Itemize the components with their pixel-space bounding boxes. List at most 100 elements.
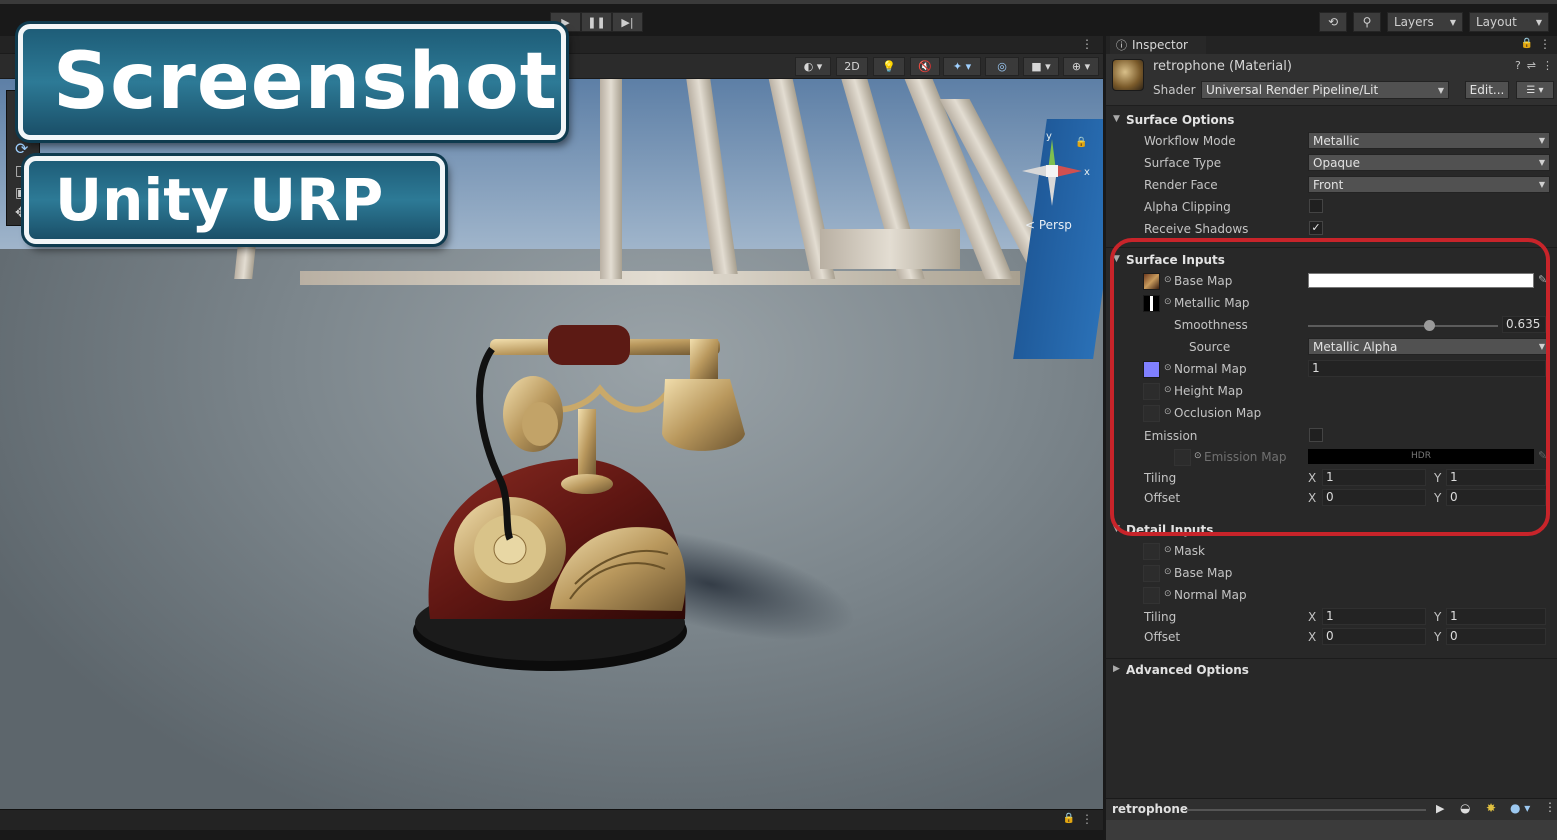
detail-offset-x-value: 0 [1326,629,1334,643]
lock-icon[interactable]: 🔒 [1063,813,1075,824]
lock-icon[interactable]: 🔒 [1075,137,1087,148]
detail-mask-thumbnail[interactable] [1143,543,1160,560]
gizmos-dropdown[interactable]: ⊕ ▾ [1063,57,1099,76]
detail-offset-label: Offset [1144,630,1181,644]
toolbar-right: ⟲ ⚲ Layers ▼ Layout ▼ [1319,12,1549,32]
material-header: retrophone (Material) ? ⇌ ⋮ Shader Unive… [1106,54,1557,106]
sphere-preview-icon[interactable]: ◒ [1460,801,1470,815]
chevron-down-icon: ▼ [1535,17,1542,27]
overlay-title: Screenshot [18,24,566,140]
effects-dropdown[interactable]: ✦ ▾ [943,57,981,76]
detail-base-map-thumbnail[interactable] [1143,565,1160,582]
gizmo-y-label: y [1046,131,1052,142]
detail-offset-y-field[interactable]: 0 [1446,628,1546,645]
more-menu-icon[interactable]: ⋮ [1081,812,1093,826]
layers-dropdown[interactable]: Layers ▼ [1387,12,1463,32]
speaker-mute-icon: 🔇 [918,60,932,73]
more-menu-icon[interactable]: ⋮ [1542,59,1553,72]
list-icon: ☰ ▾ [1526,84,1544,96]
detail-offset-y-value: 0 [1450,629,1458,643]
camera-icon: ■ ▾ [1031,60,1051,73]
toggle-2d-button[interactable]: 2D [836,57,868,76]
alpha-clipping-checkbox[interactable] [1309,199,1323,213]
detail-offset-y-label: Y [1434,630,1442,644]
lighting-toggle[interactable]: 💡 [873,57,905,76]
help-icon[interactable]: ? [1515,59,1521,72]
play-icon: ▶ [561,15,570,29]
detail-tiling-x-label: X [1308,610,1317,624]
render-face-dropdown[interactable]: Front ▼ [1308,176,1550,193]
chevron-down-icon: ▼ [1449,17,1456,27]
render-face-value: Front [1313,177,1344,192]
edit-shader-button[interactable]: Edit... [1465,81,1509,99]
gizmo-globe-icon: ⊕ ▾ [1071,60,1091,73]
detail-tiling-y-field[interactable]: 1 [1446,608,1546,625]
detail-normal-map-thumbnail[interactable] [1143,587,1160,604]
camera-dropdown[interactable]: ■ ▾ [1023,57,1059,76]
pause-icon: ❚❚ [587,15,606,29]
search-button[interactable]: ⚲ [1353,12,1381,32]
chevron-down-icon: ▼ [1538,136,1545,145]
detail-tiling-y-label: Y [1434,610,1442,624]
object-picker-icon[interactable]: ⊙ [1164,567,1172,577]
rotate-tool-icon[interactable]: ⟳ [15,139,28,158]
advanced-options-title[interactable]: Advanced Options [1126,663,1249,677]
detail-mask-label: Mask [1174,544,1205,558]
overlay-subtitle-text: Unity URP [55,166,384,234]
foldout-expanded-icon[interactable]: ▼ [1113,114,1120,124]
receive-shadows-label: Receive Shadows [1144,222,1249,236]
alpha-clipping-row: Alpha Clipping [1106,198,1557,218]
workflow-mode-value: Metallic [1313,133,1360,148]
preview-drag-handle[interactable] [1186,809,1426,811]
detail-offset-x-field[interactable]: 0 [1322,628,1426,645]
step-button[interactable]: ▶| [612,12,643,32]
projection-label[interactable]: < Persp [1025,218,1072,232]
section-divider [1106,658,1557,659]
surface-type-label: Surface Type [1144,156,1222,170]
play-icon[interactable]: ▶ [1436,802,1444,815]
scene-status-bar: 🔒 ⋮ [0,809,1103,830]
light-icon[interactable]: ✸ [1486,801,1496,815]
workflow-mode-dropdown[interactable]: Metallic ▼ [1308,132,1550,149]
detail-mask-row: ⊙ Mask [1106,542,1557,562]
material-preview-icon [1112,59,1144,91]
more-menu-icon[interactable]: ⋮ [1081,37,1093,51]
layers-label: Layers [1394,15,1434,29]
detail-tiling-y-value: 1 [1450,609,1458,623]
shader-dropdown[interactable]: Universal Render Pipeline/Lit ▼ [1201,81,1449,99]
detail-offset-row: Offset X 0 Y 0 [1106,628,1557,648]
overlay-subtitle: Unity URP [24,156,445,244]
surface-inputs-highlight [1110,238,1550,536]
surface-type-dropdown[interactable]: Opaque ▼ [1308,154,1550,171]
surface-options-title[interactable]: Surface Options [1126,113,1234,127]
receive-shadows-checkbox[interactable]: ✓ [1309,221,1323,235]
more-menu-icon[interactable]: ⋮ [1539,37,1551,51]
preset-icon[interactable]: ⇌ [1527,59,1536,72]
shader-value: Universal Render Pipeline/Lit [1206,83,1379,97]
object-picker-icon[interactable]: ⊙ [1164,545,1172,555]
layout-label: Layout [1476,15,1517,29]
detail-tiling-row: Tiling X 1 Y 1 [1106,608,1557,628]
scene-visibility-toggle[interactable]: ◎ [985,57,1019,76]
alpha-clipping-label: Alpha Clipping [1144,200,1231,214]
detail-tiling-x-field[interactable]: 1 [1322,608,1426,625]
history-button[interactable]: ⟲ [1319,12,1347,32]
lock-icon[interactable]: 🔒 [1521,38,1533,49]
shader-options-dropdown[interactable]: ☰ ▾ [1516,81,1554,99]
object-picker-icon[interactable]: ⊙ [1164,589,1172,599]
foldout-collapsed-icon[interactable]: ▶ [1113,664,1120,674]
preview-shape-dropdown[interactable]: ● ▾ [1510,801,1530,815]
pause-button[interactable]: ❚❚ [581,12,612,32]
gizmo-x-label: x [1084,167,1090,178]
material-name: retrophone (Material) [1153,59,1292,74]
preview-bar: retrophone ▶ ◒ ✸ ● ▾ ⋮ [1106,798,1557,820]
tab-inspector[interactable]: ⓘ Inspector [1110,36,1206,54]
layout-dropdown[interactable]: Layout ▼ [1469,12,1549,32]
draw-mode-dropdown[interactable]: ◐ ▾ [795,57,831,76]
render-face-row: Render Face Front ▼ [1106,176,1557,196]
more-menu-icon[interactable]: ⋮ [1544,800,1556,814]
material-preview-area [1106,820,1557,840]
chevron-down-icon: ▼ [1437,85,1444,95]
audio-toggle[interactable]: 🔇 [910,57,940,76]
shader-label: Shader [1153,83,1196,97]
